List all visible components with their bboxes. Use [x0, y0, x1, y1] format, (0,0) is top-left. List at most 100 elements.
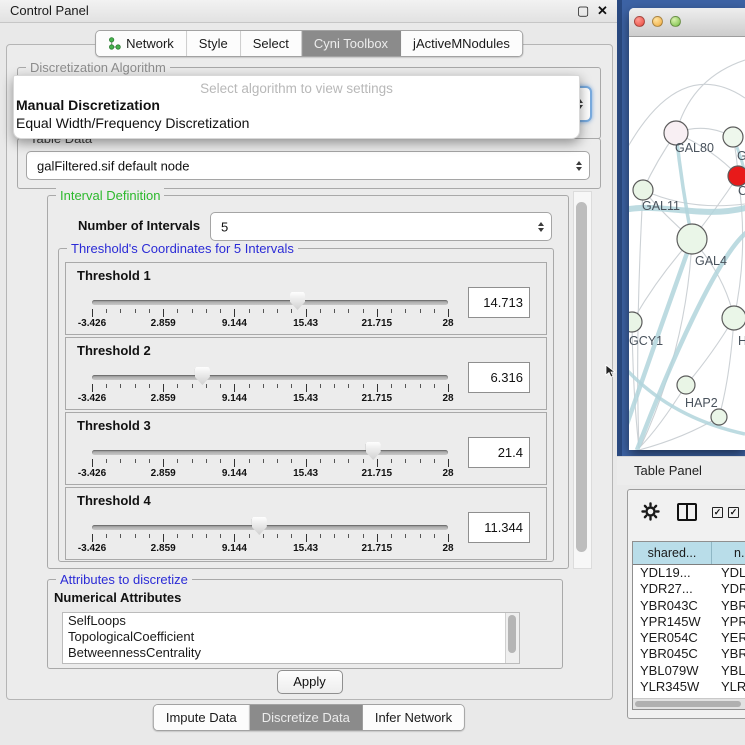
tab-jactivemnodules[interactable]: jActiveMNodules	[401, 31, 522, 56]
network-node[interactable]	[728, 166, 745, 186]
network-icon	[108, 37, 121, 50]
slider-track[interactable]	[92, 375, 448, 380]
slider[interactable]: -3.4262.8599.14415.4321.71528	[92, 338, 448, 409]
tab-cyni-toolbox[interactable]: Cyni Toolbox	[302, 31, 401, 56]
tick-label: -3.426	[78, 318, 106, 329]
close-traffic-light[interactable]	[634, 16, 645, 27]
threshold-row: Threshold 2-3.4262.8599.14415.4321.71528…	[65, 337, 547, 410]
tab-infer-network[interactable]: Infer Network	[363, 705, 464, 730]
slider[interactable]: -3.4262.8599.14415.4321.71528	[92, 413, 448, 484]
horizontal-scrollbar[interactable]	[633, 698, 745, 709]
list-scrollbar[interactable]	[505, 613, 519, 663]
network-node[interactable]	[677, 376, 695, 394]
table-row[interactable]: YBR043CYBR043C	[633, 598, 745, 614]
table-row[interactable]: YDR27...YDR27...	[633, 581, 745, 597]
tab-label: Style	[199, 31, 228, 56]
slider-handle[interactable]	[252, 517, 267, 535]
cell-shared-name: YDR27...	[633, 581, 712, 597]
table-panel: ✓ ✓ shared...n... YDL19...YDL19...YDR27.…	[627, 489, 745, 719]
attribute-item-betweennesscentrality[interactable]: BetweennessCentrality	[63, 645, 519, 661]
tab-label: Select	[253, 31, 289, 56]
zoom-traffic-light[interactable]	[670, 16, 681, 27]
numerical-attributes-list[interactable]: SelfLoopsTopologicalCoefficientBetweenne…	[62, 612, 520, 664]
scrollbar-thumb[interactable]	[508, 615, 516, 653]
split-columns-icon[interactable]	[677, 503, 697, 521]
slider-track[interactable]	[92, 300, 448, 305]
apply-button[interactable]: Apply	[277, 670, 343, 694]
network-node[interactable]	[722, 306, 745, 330]
network-node[interactable]	[629, 312, 642, 332]
attribute-item-topologicalcoefficient[interactable]: TopologicalCoefficient	[63, 629, 519, 645]
slider-handle[interactable]	[366, 442, 381, 460]
vertical-scrollbar[interactable]	[573, 191, 592, 569]
tab-label: Infer Network	[375, 705, 452, 730]
network-node[interactable]	[723, 127, 743, 147]
cell-name: YER054C	[712, 630, 745, 646]
gear-icon[interactable]	[641, 502, 660, 521]
tick-label: 2.859	[151, 393, 176, 404]
checkbox-icon[interactable]: ✓	[728, 507, 739, 518]
slider-tick-labels: -3.4262.8599.14415.4321.71528	[92, 543, 448, 555]
tick-label: 21.715	[362, 468, 393, 479]
close-panel-icon[interactable]: ✕	[597, 3, 608, 19]
tab-discretize-data[interactable]: Discretize Data	[250, 705, 363, 730]
node-label: GCY1	[629, 334, 663, 348]
table-row[interactable]: YLR345WYLR345W	[633, 679, 745, 695]
table-row[interactable]: YER054CYER054C	[633, 630, 745, 646]
table-row[interactable]: YBL079WYBL079W	[633, 663, 745, 679]
attribute-item-selfloops[interactable]: SelfLoops	[63, 613, 519, 629]
network-node[interactable]	[633, 180, 653, 200]
tick-label: 21.715	[362, 318, 393, 329]
threshold-value-field[interactable]: 6.316	[468, 362, 530, 393]
popup-option-equal-width-frequency-discretization[interactable]: Equal Width/Frequency Discretization	[14, 114, 579, 132]
interval-definition-group: Interval Definition Number of Intervals …	[47, 195, 569, 569]
node-label: C	[738, 184, 745, 198]
table-data-combobox[interactable]: galFiltered.sif default node	[26, 151, 590, 180]
slider-tick-labels: -3.4262.8599.14415.4321.71528	[92, 468, 448, 480]
network-desktop-background: GAL80GGAL11CGAL4GCY1HHAP2	[617, 0, 745, 456]
threshold-value-field[interactable]: 11.344	[468, 512, 530, 543]
tab-network[interactable]: Network	[96, 31, 187, 56]
tab-style[interactable]: Style	[187, 31, 241, 56]
network-node[interactable]	[677, 224, 707, 254]
scrollbar-thumb[interactable]	[635, 701, 741, 707]
number-of-intervals-combobox[interactable]: 5	[210, 212, 552, 241]
table-row[interactable]: YBR045CYBR045C	[633, 646, 745, 662]
slider-track[interactable]	[92, 450, 448, 455]
slider-handle[interactable]	[195, 367, 210, 385]
table-row[interactable]: YDL19...YDL19...	[633, 565, 745, 581]
panel-title: Control Panel	[10, 3, 89, 18]
node-label: GAL4	[695, 254, 727, 268]
tab-label: jActiveMNodules	[413, 31, 510, 56]
tab-select[interactable]: Select	[241, 31, 302, 56]
slider[interactable]: -3.4262.8599.14415.4321.71528	[92, 263, 448, 334]
network-canvas[interactable]: GAL80GGAL11CGAL4GCY1HHAP2	[629, 36, 745, 450]
slider[interactable]: -3.4262.8599.14415.4321.71528	[92, 488, 448, 559]
network-node[interactable]	[711, 409, 727, 425]
threshold-value-field[interactable]: 14.713	[468, 287, 530, 318]
tick-label: 15.43	[293, 318, 318, 329]
numerical-attributes-label: Numerical Attributes	[54, 590, 181, 605]
table-rows: YDL19...YDL19...YDR27...YDR27...YBR043CY…	[633, 565, 745, 710]
popup-option-manual-discretization[interactable]: Manual Discretization	[14, 96, 579, 114]
combo-stepper-icon	[576, 161, 582, 171]
column-header-shared[interactable]: shared...	[633, 542, 712, 564]
node-label: HAP2	[685, 396, 718, 410]
threshold-row: Threshold 1-3.4262.8599.14415.4321.71528…	[65, 262, 547, 335]
slider-track[interactable]	[92, 525, 448, 530]
table-row[interactable]: YPR145WYPR145W	[633, 614, 745, 630]
scrollbar-thumb[interactable]	[576, 202, 587, 552]
checkbox-icon[interactable]: ✓	[712, 507, 723, 518]
minimize-traffic-light[interactable]	[652, 16, 663, 27]
column-header-n[interactable]: n...	[712, 542, 745, 564]
slider-handle[interactable]	[290, 292, 305, 310]
tick-label: 15.43	[293, 543, 318, 554]
cell-name: YDL19...	[712, 565, 745, 581]
slider-ticks	[92, 384, 448, 393]
node-label: GAL80	[675, 141, 714, 155]
tab-impute-data[interactable]: Impute Data	[154, 705, 250, 730]
tab-label: Cyni Toolbox	[314, 31, 388, 56]
threshold-value-field[interactable]: 21.4	[468, 437, 530, 468]
tick-label: -3.426	[78, 468, 106, 479]
float-panel-icon[interactable]: ▢	[577, 3, 589, 19]
